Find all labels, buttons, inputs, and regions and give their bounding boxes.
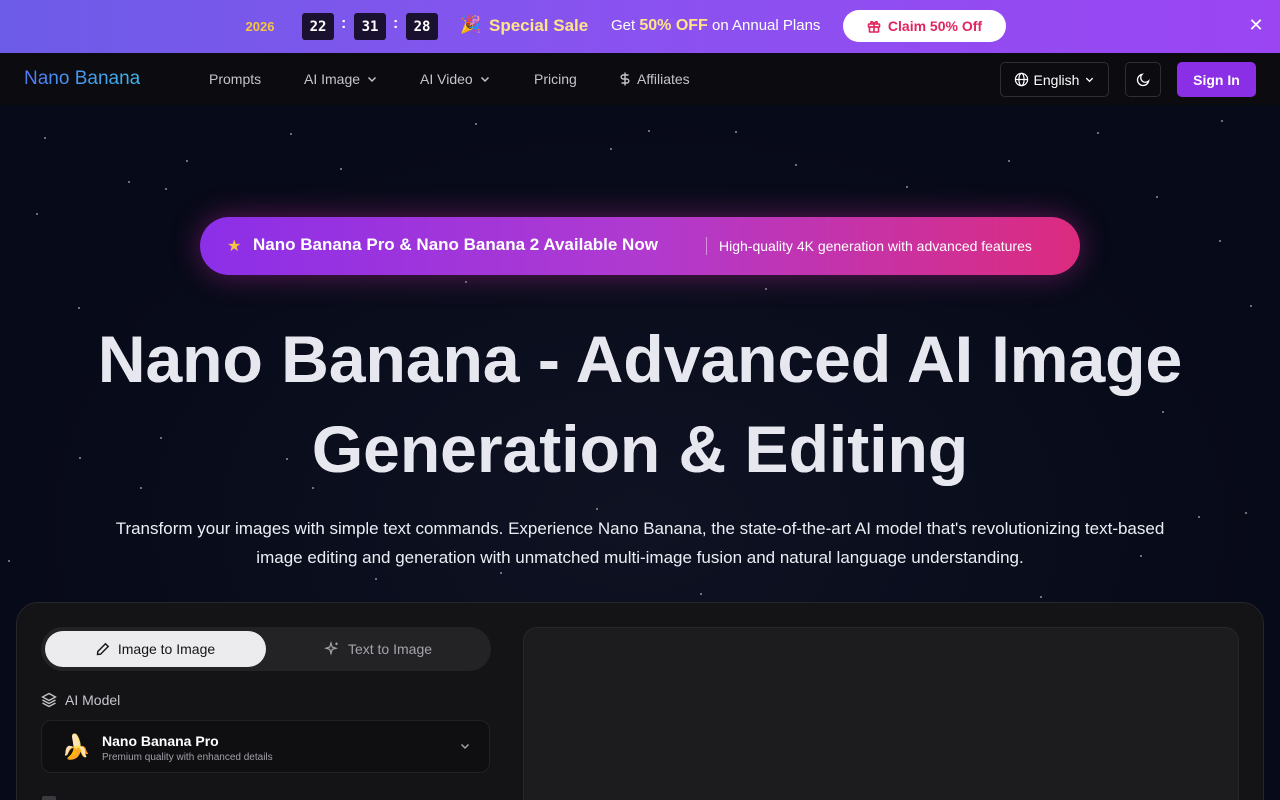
globe-icon bbox=[1014, 72, 1028, 87]
tab-label: Image to Image bbox=[117, 641, 216, 657]
promo-discount: 50% OFF bbox=[639, 17, 708, 34]
hero-description-line-1: Transform your images with simple text c… bbox=[115, 519, 1165, 538]
star-dot bbox=[36, 213, 38, 215]
ai-model-label-text: AI Model bbox=[65, 692, 121, 708]
star-dot bbox=[44, 137, 46, 139]
sign-in-button[interactable]: Sign In bbox=[1177, 62, 1256, 97]
countdown-hours: 22 bbox=[302, 13, 334, 40]
year-badge: 2026 bbox=[245, 18, 275, 34]
ai-model-label: AI Model bbox=[41, 692, 120, 708]
top-navigation: Nano Banana Prompts AI Image AI Video Pr… bbox=[0, 53, 1280, 105]
special-sale-label: Special Sale bbox=[489, 16, 589, 35]
star-dot bbox=[8, 560, 10, 562]
nav-link-ai-image[interactable]: AI Image bbox=[304, 71, 378, 87]
page-title-line-1: Nano Banana - Advanced AI Image bbox=[97, 322, 1183, 396]
moon-icon bbox=[1136, 73, 1150, 87]
sparkles-icon bbox=[323, 641, 338, 656]
star-dot bbox=[906, 186, 908, 188]
star-dot bbox=[128, 181, 130, 183]
countdown-minutes: 31 bbox=[354, 13, 386, 40]
image-icon bbox=[42, 796, 56, 800]
star-dot bbox=[735, 131, 737, 133]
dollar-icon bbox=[620, 72, 630, 86]
page-title: Nano Banana - Advanced AI Image Generati… bbox=[40, 314, 1240, 494]
star-dot bbox=[795, 164, 797, 166]
nav-link-label: Prompts bbox=[209, 71, 262, 87]
star-dot bbox=[340, 168, 342, 170]
star-dot bbox=[1221, 120, 1223, 122]
nav-link-pricing[interactable]: Pricing bbox=[534, 71, 577, 87]
banana-icon: 🍌 bbox=[61, 734, 91, 761]
star-dot bbox=[1097, 132, 1099, 134]
star-dot bbox=[1008, 160, 1010, 162]
star-dot bbox=[1156, 196, 1158, 198]
nav-link-affiliates[interactable]: Affiliates bbox=[619, 71, 690, 87]
model-description: Premium quality with enhanced details bbox=[102, 752, 273, 763]
language-selector[interactable]: English bbox=[1000, 62, 1109, 97]
layers-icon bbox=[41, 692, 57, 708]
model-name: Nano Banana Pro bbox=[102, 733, 219, 749]
star-dot bbox=[500, 572, 502, 574]
star-dot bbox=[375, 578, 377, 580]
hero-description-line-2: image editing and generation with unmatc… bbox=[256, 548, 1024, 567]
star-dot bbox=[596, 508, 598, 510]
nav-link-label: AI Video bbox=[420, 71, 473, 87]
close-icon[interactable]: ✕ bbox=[1247, 15, 1265, 35]
star-dot bbox=[78, 307, 80, 309]
page-title-line-2: Generation & Editing bbox=[311, 412, 969, 486]
star-dot bbox=[186, 160, 188, 162]
language-label: English bbox=[1033, 71, 1080, 88]
nav-link-label: Pricing bbox=[534, 71, 577, 87]
star-icon: ★ bbox=[227, 238, 242, 255]
claim-offer-button[interactable]: Claim 50% Off bbox=[843, 10, 1006, 42]
countdown-separator: : bbox=[393, 15, 399, 32]
party-popper-icon: 🎉 bbox=[460, 15, 482, 34]
star-dot bbox=[765, 288, 767, 290]
star-dot bbox=[1245, 512, 1247, 514]
chevron-down-icon bbox=[368, 76, 377, 83]
tab-label: Text to Image bbox=[347, 641, 433, 657]
countdown-separator: : bbox=[341, 15, 347, 32]
promo-banner: 2026 22 : 31 : 28 🎉 Special Sale Get 50%… bbox=[0, 0, 1280, 53]
claim-offer-label: Claim 50% Off bbox=[887, 18, 983, 34]
pencil-icon bbox=[96, 642, 110, 656]
star-dot bbox=[290, 133, 292, 135]
promo-get-prefix: Get bbox=[611, 17, 636, 34]
countdown-seconds: 28 bbox=[406, 13, 438, 40]
chevron-down-icon[interactable] bbox=[459, 740, 471, 752]
star-dot bbox=[648, 130, 650, 132]
chevron-down-icon bbox=[1086, 77, 1094, 83]
star-dot bbox=[1040, 596, 1042, 598]
theme-toggle-button[interactable] bbox=[1125, 62, 1161, 97]
preview-panel bbox=[523, 627, 1239, 800]
star-dot bbox=[1219, 240, 1221, 242]
star-dot bbox=[700, 593, 702, 595]
gift-icon bbox=[867, 20, 881, 33]
star-dot bbox=[465, 281, 467, 283]
hero-description: Transform your images with simple text c… bbox=[60, 514, 1220, 572]
announcement-divider bbox=[706, 237, 707, 255]
nav-link-ai-video[interactable]: AI Video bbox=[420, 71, 491, 87]
promo-get-suffix: on Annual Plans bbox=[712, 17, 821, 34]
nav-link-prompts[interactable]: Prompts bbox=[209, 71, 261, 87]
chevron-down-icon bbox=[480, 76, 489, 83]
star-dot bbox=[165, 188, 167, 190]
nav-link-label: Affiliates bbox=[637, 71, 690, 87]
announcement-title: Nano Banana Pro & Nano Banana 2 Availabl… bbox=[253, 235, 658, 254]
logo[interactable]: Nano Banana bbox=[24, 68, 140, 90]
tab-image-to-image[interactable]: Image to Image bbox=[45, 631, 266, 667]
promo-offer-text: Get 50% OFF on Annual Plans bbox=[611, 17, 820, 35]
nav-link-label: AI Image bbox=[304, 71, 361, 87]
star-dot bbox=[610, 148, 612, 150]
star-dot bbox=[1250, 305, 1252, 307]
announcement-subtitle: High-quality 4K generation with advanced… bbox=[719, 238, 1032, 254]
tab-text-to-image[interactable]: Text to Image bbox=[268, 631, 488, 667]
star-dot bbox=[475, 123, 477, 125]
